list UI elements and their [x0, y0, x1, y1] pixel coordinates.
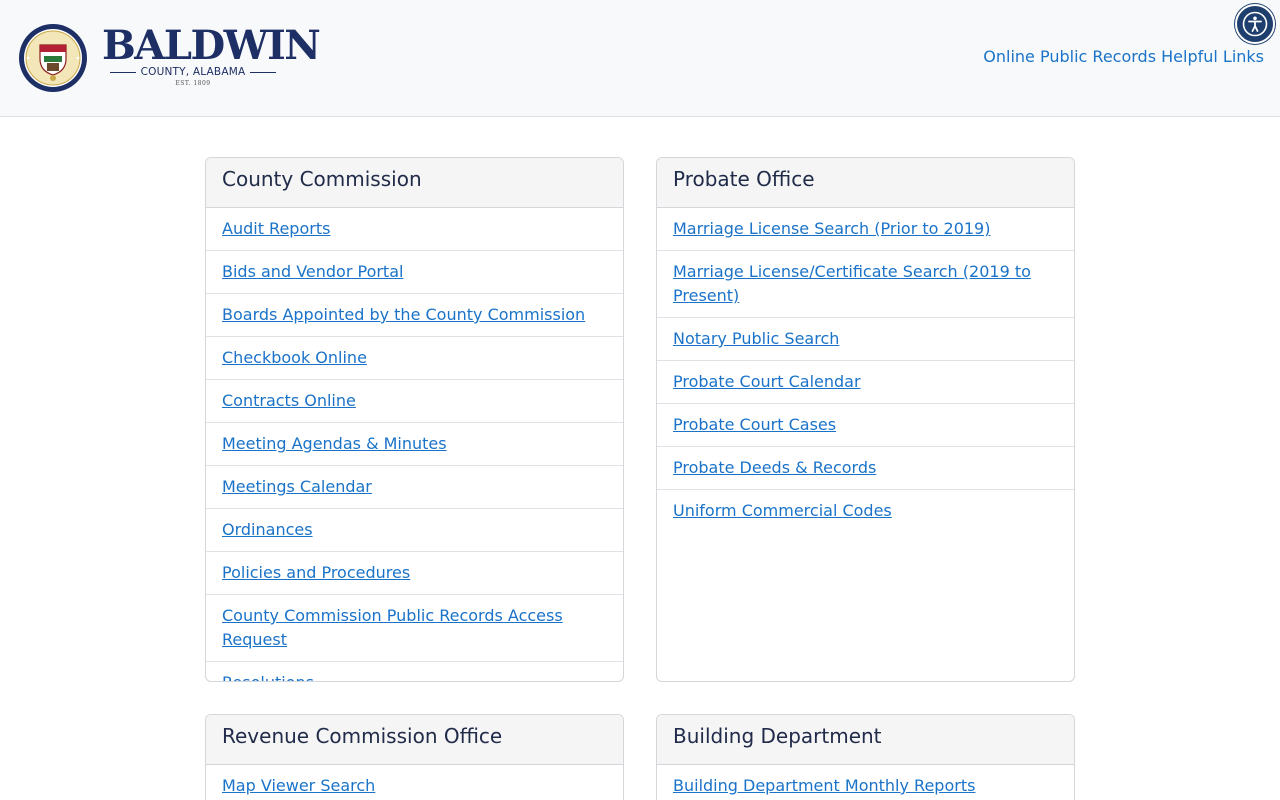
- checkbook-online-link[interactable]: Checkbook Online: [222, 348, 367, 367]
- list-item: Uniform Commercial Codes: [657, 490, 1074, 532]
- map-viewer-search-link[interactable]: Map Viewer Search: [222, 776, 375, 795]
- revenue-commission-card: Revenue Commission Office Map Viewer Sea…: [205, 714, 624, 800]
- uniform-commercial-codes-link[interactable]: Uniform Commercial Codes: [673, 501, 892, 520]
- policies-procedures-link[interactable]: Policies and Procedures: [222, 563, 410, 582]
- link-list: Map Viewer Search: [206, 765, 623, 800]
- list-item: Marriage License Search (Prior to 2019): [657, 208, 1074, 251]
- list-item: Checkbook Online: [206, 337, 623, 380]
- list-item: Probate Deeds & Records: [657, 447, 1074, 490]
- list-item: Boards Appointed by the County Commissio…: [206, 294, 623, 337]
- marriage-license-prior-link[interactable]: Marriage License Search (Prior to 2019): [673, 219, 990, 238]
- ordinances-link[interactable]: Ordinances: [222, 520, 313, 539]
- brand-established: EST. 1809: [175, 80, 211, 87]
- contracts-online-link[interactable]: Contracts Online: [222, 391, 356, 410]
- link-list: Audit Reports Bids and Vendor Portal Boa…: [206, 208, 623, 681]
- county-seal-logo[interactable]: [18, 23, 88, 93]
- list-item: Contracts Online: [206, 380, 623, 423]
- building-monthly-reports-link[interactable]: Building Department Monthly Reports: [673, 776, 975, 795]
- list-item: Audit Reports: [206, 208, 623, 251]
- brand-logo[interactable]: BALDWIN COUNTY, ALABAMA EST. 1809: [102, 22, 321, 92]
- probate-court-calendar-link[interactable]: Probate Court Calendar: [673, 372, 861, 391]
- list-item: Building Department Monthly Reports: [657, 765, 1074, 800]
- list-item: Ordinances: [206, 509, 623, 552]
- brand-subtitle: COUNTY, ALABAMA: [102, 65, 284, 79]
- notary-public-search-link[interactable]: Notary Public Search: [673, 329, 839, 348]
- list-item: Notary Public Search: [657, 318, 1074, 361]
- brand-subtitle-text: COUNTY, ALABAMA: [140, 66, 246, 78]
- list-item: Meeting Agendas & Minutes: [206, 423, 623, 466]
- meeting-agendas-minutes-link[interactable]: Meeting Agendas & Minutes: [222, 434, 447, 453]
- list-item: Map Viewer Search: [206, 765, 623, 800]
- brand-rule-right: [250, 71, 277, 73]
- card-title: County Commission: [206, 158, 623, 208]
- probate-office-card: Probate Office Marriage License Search (…: [656, 157, 1075, 682]
- list-item: Probate Court Cases: [657, 404, 1074, 447]
- card-title: Building Department: [657, 715, 1074, 765]
- meetings-calendar-link[interactable]: Meetings Calendar: [222, 477, 372, 496]
- accessibility-button[interactable]: [1235, 4, 1275, 44]
- card-title: Revenue Commission Office: [206, 715, 623, 765]
- link-list: Marriage License Search (Prior to 2019) …: [657, 208, 1074, 532]
- bids-vendor-portal-link[interactable]: Bids and Vendor Portal: [222, 262, 403, 281]
- list-item: Policies and Procedures: [206, 552, 623, 595]
- helpful-links-link[interactable]: Online Public Records Helpful Links: [983, 47, 1264, 66]
- list-item: Probate Court Calendar: [657, 361, 1074, 404]
- list-item: Meetings Calendar: [206, 466, 623, 509]
- marriage-certificate-2019-link[interactable]: Marriage License/Certificate Search (201…: [673, 262, 1031, 305]
- list-item: Bids and Vendor Portal: [206, 251, 623, 294]
- card-title: Probate Office: [657, 158, 1074, 208]
- probate-deeds-records-link[interactable]: Probate Deeds & Records: [673, 458, 876, 477]
- audit-reports-link[interactable]: Audit Reports: [222, 219, 330, 238]
- building-department-card: Building Department Building Department …: [656, 714, 1075, 800]
- accessibility-icon: [1242, 11, 1268, 37]
- site-header: BALDWIN COUNTY, ALABAMA EST. 1809 Online…: [0, 0, 1280, 117]
- brand-name: BALDWIN: [102, 22, 321, 69]
- list-item: Marriage License/Certificate Search (201…: [657, 251, 1074, 318]
- brand-rule-left: [109, 71, 136, 73]
- resolutions-link[interactable]: Resolutions: [222, 673, 314, 681]
- probate-court-cases-link[interactable]: Probate Court Cases: [673, 415, 836, 434]
- boards-appointed-link[interactable]: Boards Appointed by the County Commissio…: [222, 305, 585, 324]
- public-records-request-link[interactable]: County Commission Public Records Access …: [222, 606, 563, 649]
- list-item: Resolutions: [206, 662, 623, 681]
- county-commission-card: County Commission Audit Reports Bids and…: [205, 157, 624, 682]
- list-item: County Commission Public Records Access …: [206, 595, 623, 662]
- link-list: Building Department Monthly Reports: [657, 765, 1074, 800]
